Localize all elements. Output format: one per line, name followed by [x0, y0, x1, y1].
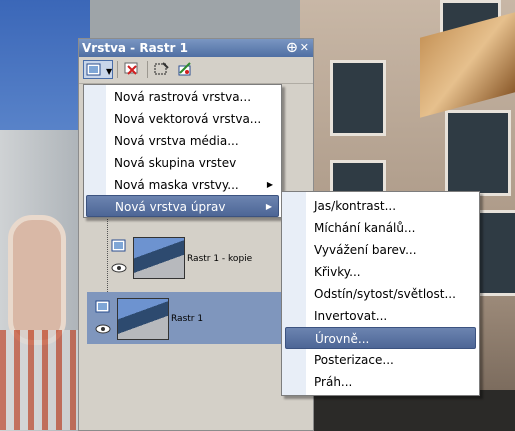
menu-item-new-mask-layer[interactable]: Nová maska vrstvy... ▶	[106, 174, 279, 196]
menu-item-threshold[interactable]: Práh...	[306, 371, 477, 393]
menu-item-label: Nová maska vrstvy...	[114, 178, 239, 192]
pin-icon[interactable]: ⨁	[287, 39, 297, 57]
menu-item-channel-mixer[interactable]: Míchání kanálů...	[306, 217, 477, 239]
layer-row-selected[interactable]: Rastr 1	[87, 292, 309, 344]
submenu-arrow-icon: ▶	[265, 202, 272, 211]
panel-toolbar: ▼	[79, 57, 313, 84]
menu-item-new-layer-group[interactable]: Nová skupina vrstev	[106, 152, 279, 174]
toolbar-separator	[117, 61, 118, 78]
delete-layer-icon	[124, 62, 138, 75]
layer-properties-button[interactable]	[175, 60, 195, 79]
new-layer-icon	[86, 63, 101, 76]
background-sign	[8, 215, 66, 345]
raster-layer-icon	[111, 239, 126, 252]
layer-name: Rastr 1	[171, 314, 204, 324]
menu-item-curves[interactable]: Křivky...	[306, 261, 477, 283]
menu-item-new-vector-layer[interactable]: Nová vektorová vrstva...	[106, 108, 279, 130]
panel-title-bar[interactable]: Vrstva - Rastr 1 ⨁ ✕	[79, 39, 313, 57]
layer-properties-icon	[178, 62, 191, 76]
background-street	[300, 390, 515, 431]
panel-title: Vrstva - Rastr 1	[82, 41, 189, 55]
menu-item-new-media-layer[interactable]: Nová vrstva média...	[106, 130, 279, 152]
layer-thumbnail	[117, 298, 169, 340]
eye-icon[interactable]	[95, 324, 111, 334]
raster-layer-icon	[95, 300, 110, 313]
layer-row[interactable]: Rastr 1 - kopie	[87, 237, 309, 289]
background-window	[330, 60, 386, 136]
menu-item-posterize[interactable]: Posterizace...	[306, 349, 477, 371]
adjustment-layer-submenu: Jas/kontrast... Míchání kanálů... Vyváže…	[281, 191, 480, 396]
menu-item-hue-saturation-lightness[interactable]: Odstín/sytost/světlost...	[306, 283, 477, 305]
layer-thumbnail	[133, 237, 185, 279]
menu-item-invert[interactable]: Invertovat...	[306, 305, 477, 327]
menu-item-new-raster-layer[interactable]: Nová rastrová vrstva...	[106, 86, 279, 108]
menu-item-color-balance[interactable]: Vyvážení barev...	[306, 239, 477, 261]
menu-item-label: Nová vrstva úprav	[115, 200, 226, 214]
eye-icon[interactable]	[111, 263, 127, 273]
selection-icon	[154, 62, 169, 75]
close-icon[interactable]: ✕	[300, 39, 309, 57]
toolbar-separator	[147, 61, 148, 78]
menu-icon-strip	[282, 192, 306, 395]
delete-layer-button[interactable]	[122, 60, 142, 79]
menu-item-levels[interactable]: Úrovně...	[285, 327, 476, 349]
new-layer-menu: Nová rastrová vrstva... Nová vektorová v…	[83, 84, 282, 218]
menu-item-brightness-contrast[interactable]: Jas/kontrast...	[306, 195, 477, 217]
select-layer-button[interactable]	[152, 60, 172, 79]
menu-item-new-adjustment-layer[interactable]: Nová vrstva úprav ▶	[86, 195, 279, 217]
background-window	[445, 110, 511, 196]
chevron-down-icon: ▼	[106, 67, 113, 76]
background-facade-pattern	[0, 330, 80, 430]
layer-name: Rastr 1 - kopie	[187, 254, 253, 264]
new-layer-dropdown-button[interactable]: ▼	[83, 60, 113, 79]
submenu-arrow-icon: ▶	[266, 180, 273, 189]
